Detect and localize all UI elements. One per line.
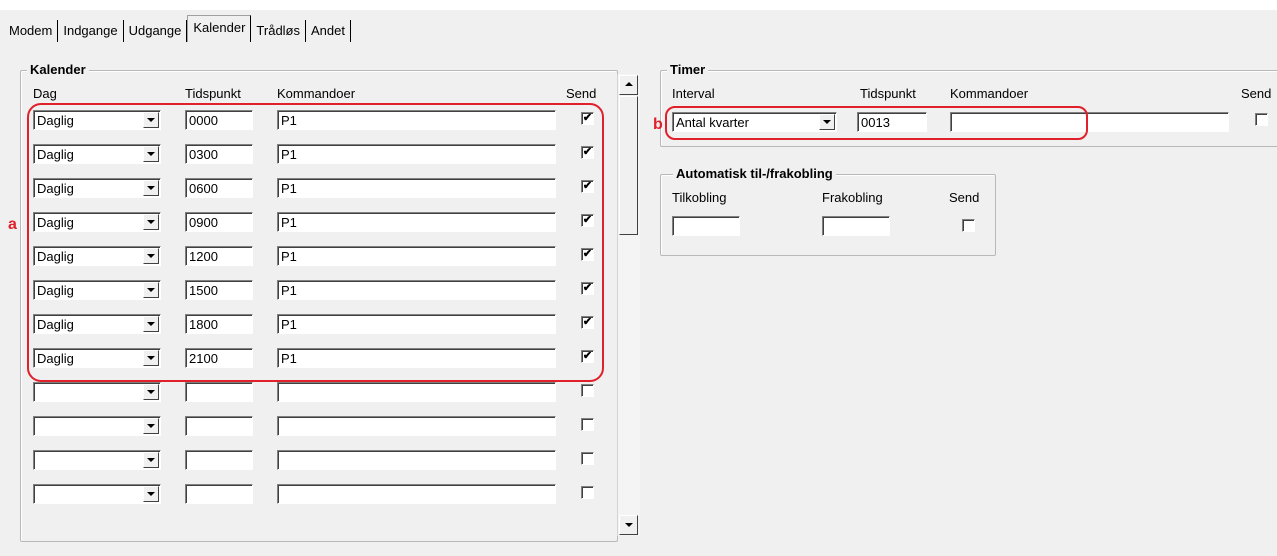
dag-select[interactable] — [33, 484, 161, 504]
chevron-down-icon[interactable] — [143, 418, 159, 434]
top-strip — [0, 0, 1277, 10]
highlight-b — [665, 106, 1088, 140]
tab-modem[interactable]: Modem — [4, 20, 59, 42]
send-checkbox[interactable] — [581, 486, 594, 499]
tidspunkt-field[interactable] — [185, 416, 253, 436]
chevron-down-icon[interactable] — [143, 486, 159, 502]
arrow-down-icon[interactable] — [619, 515, 638, 535]
arrow-up-icon[interactable] — [619, 75, 638, 95]
header-timer-kommandoer: Kommandoer — [950, 86, 1029, 101]
frakobling-field[interactable] — [822, 216, 890, 236]
tilkobling-field[interactable] — [672, 216, 740, 236]
header-send: Send — [566, 86, 597, 101]
kommandoer-field[interactable] — [277, 416, 556, 436]
timer-send-checkbox[interactable] — [1255, 113, 1268, 126]
send-checkbox[interactable] — [581, 418, 594, 431]
highlight-a — [27, 103, 604, 382]
header-frakobling: Frakobling — [822, 190, 883, 205]
scroll-thumb[interactable] — [619, 96, 638, 235]
tidspunkt-field[interactable] — [185, 382, 253, 402]
dag-select[interactable] — [33, 416, 161, 436]
header-interval: Interval — [672, 86, 715, 101]
tidspunkt-field[interactable] — [185, 450, 253, 470]
header-tilkobling: Tilkobling — [672, 190, 727, 205]
tab-udgange[interactable]: Udgange — [124, 20, 188, 42]
tab-indgange[interactable]: Indgange — [58, 20, 124, 42]
header-tidspunkt: Tidspunkt — [185, 86, 241, 101]
dag-select[interactable] — [33, 450, 161, 470]
tab-kalender[interactable]: Kalender — [187, 15, 252, 42]
header-timer-tidspunkt: Tidspunkt — [860, 86, 916, 101]
chevron-down-icon[interactable] — [143, 452, 159, 468]
send-checkbox[interactable] — [581, 452, 594, 465]
kommandoer-field[interactable] — [277, 450, 556, 470]
tab-tradlos[interactable]: Trådløs — [251, 20, 306, 42]
send-checkbox[interactable] — [581, 384, 594, 397]
vertical-scrollbar[interactable] — [617, 74, 640, 536]
header-auto-send: Send — [949, 190, 980, 205]
tidspunkt-field[interactable] — [185, 484, 253, 504]
kalender-title: Kalender — [27, 62, 89, 77]
tab-andet[interactable]: Andet — [306, 20, 351, 42]
callout-b: b — [653, 116, 663, 133]
header-kommandoer: Kommandoer — [277, 86, 356, 101]
timer-title: Timer — [667, 62, 709, 77]
kommandoer-field[interactable] — [277, 484, 556, 504]
auto-send-checkbox[interactable] — [962, 219, 975, 232]
kommandoer-field[interactable] — [277, 382, 556, 402]
auto-group — [660, 174, 996, 256]
chevron-down-icon[interactable] — [143, 384, 159, 400]
auto-title: Automatisk til-/frakobling — [673, 166, 836, 181]
dag-select[interactable] — [33, 382, 161, 402]
header-timer-send: Send — [1241, 86, 1272, 101]
callout-a: a — [8, 216, 17, 233]
header-dag: Dag — [33, 86, 57, 101]
tab-bar: Modem Indgange Udgange Kalender Trådløs … — [4, 15, 351, 42]
